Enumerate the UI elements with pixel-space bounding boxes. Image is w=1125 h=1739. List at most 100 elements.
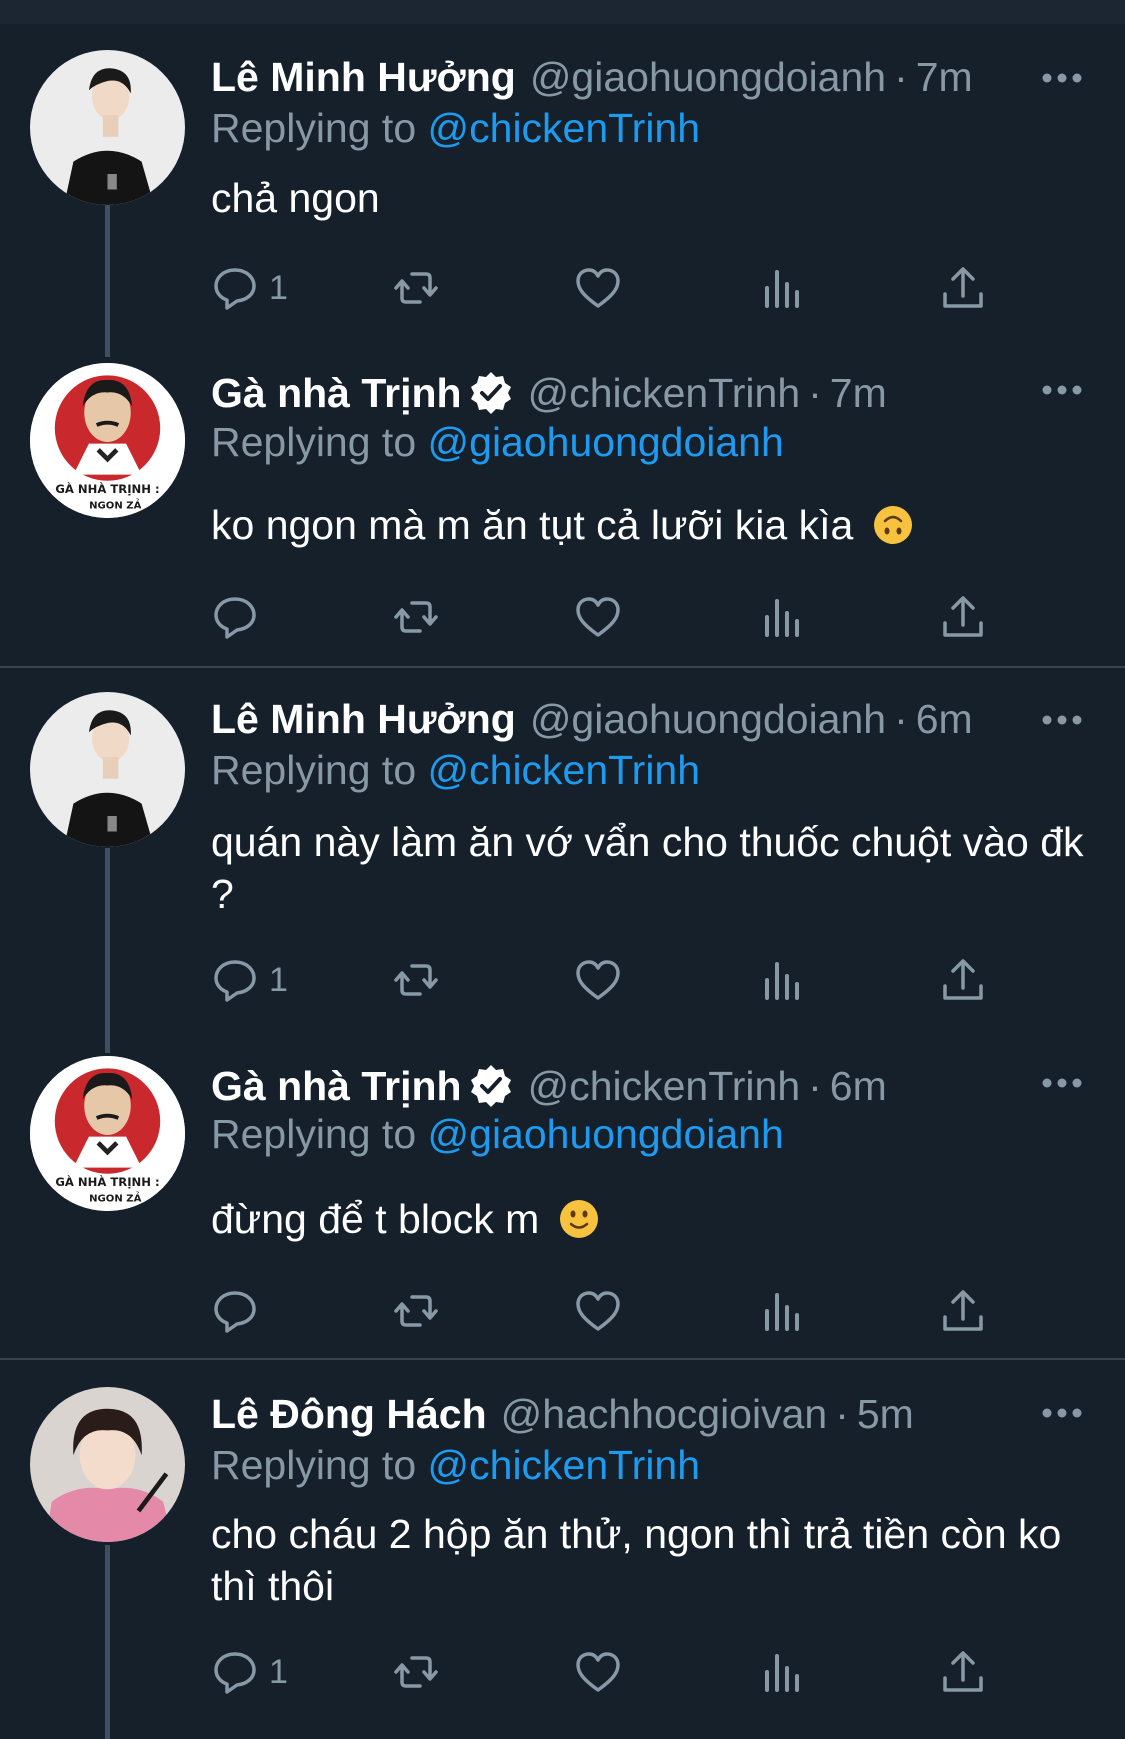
tweet-actions: 1: [211, 955, 1011, 1005]
tweet-time[interactable]: 6m: [830, 1063, 887, 1110]
share-icon: [943, 959, 983, 1000]
retweet-icon: [394, 601, 438, 633]
tweet-actions: 1: [211, 263, 1011, 313]
reply-button[interactable]: 1: [211, 955, 288, 1005]
share-button[interactable]: [939, 263, 987, 313]
male-portrait-pink-hoodie-avatar-image: [30, 1387, 185, 1542]
slightly-smiling-face-emoji-icon: [559, 1200, 598, 1238]
like-button[interactable]: [574, 1647, 622, 1697]
replying-to-line: Replying to @giaohuongdoianh: [211, 419, 784, 466]
verified-badge-icon: [470, 1065, 511, 1107]
replying-to-label: Replying to: [211, 747, 428, 793]
tweet-time[interactable]: 7m: [916, 54, 973, 101]
share-button[interactable]: [939, 592, 987, 642]
separator-dot: ·: [808, 369, 822, 416]
retweet-button[interactable]: [392, 955, 440, 1005]
separator-dot: ·: [835, 1390, 849, 1437]
author-handle[interactable]: @chickenTrinh: [528, 370, 801, 417]
tweet-time[interactable]: 6m: [916, 696, 973, 743]
analytics-button[interactable]: [757, 1647, 805, 1697]
retweet-button[interactable]: [392, 263, 440, 313]
analytics-icon: [765, 1654, 799, 1692]
avatar[interactable]: [30, 50, 185, 205]
tweet-header: Lê Minh Hưởng @giaohuongdoianh · 6m: [211, 692, 973, 746]
reply-button[interactable]: 1: [211, 1647, 288, 1697]
retweet-button[interactable]: [392, 592, 440, 642]
svg-text:NGON ZẢ: NGON ZẢ: [89, 498, 141, 512]
thread-line: [105, 205, 110, 357]
like-icon: [576, 597, 620, 637]
like-button[interactable]: [574, 955, 622, 1005]
analytics-icon: [765, 599, 799, 637]
chicken-shop-logo-avatar-image: GÀ NHÀ TRỊNH : NGON ZẢ: [30, 1056, 185, 1211]
author-name[interactable]: Lê Minh Hưởng: [211, 54, 516, 101]
analytics-button[interactable]: [757, 592, 805, 642]
replying-to-handle[interactable]: @giaohuongdoianh: [428, 419, 784, 465]
tweet-text: chả ngon: [211, 175, 380, 221]
svg-text:NGON ZẢ: NGON ZẢ: [89, 1191, 141, 1205]
reply-count: 1: [269, 268, 288, 307]
analytics-button[interactable]: [757, 955, 805, 1005]
tweet-time[interactable]: 7m: [830, 370, 887, 417]
author-name[interactable]: Gà nhà Trịnh: [211, 370, 462, 417]
replying-to-handle[interactable]: @chickenTrinh: [428, 747, 701, 793]
replying-to-label: Replying to: [211, 1111, 428, 1157]
reply-icon: [214, 960, 256, 1002]
like-button[interactable]: [574, 263, 622, 313]
replying-to-label: Replying to: [211, 105, 428, 151]
like-button[interactable]: [574, 592, 622, 642]
tweet-text-container: ko ngon mà m ăn tụt cả lưỡi kia kìa: [211, 499, 1091, 551]
replying-to-handle[interactable]: @chickenTrinh: [428, 1442, 701, 1488]
author-name[interactable]: Lê Minh Hưởng: [211, 696, 516, 743]
tweet-divider: [0, 1358, 1125, 1360]
share-icon: [943, 1290, 983, 1331]
retweet-icon: [394, 1295, 438, 1327]
more-icon[interactable]: [1040, 380, 1084, 400]
author-handle[interactable]: @hachhocgioivan: [501, 1391, 828, 1438]
share-icon: [943, 267, 983, 308]
share-button[interactable]: [939, 955, 987, 1005]
tweet-header: Lê Đông Hách @hachhocgioivan · 5m: [211, 1387, 914, 1441]
tweet-divider: [0, 666, 1125, 668]
more-icon[interactable]: [1040, 1403, 1084, 1423]
author-handle[interactable]: @giaohuongdoianh: [530, 54, 886, 101]
replying-to-handle[interactable]: @giaohuongdoianh: [428, 1111, 784, 1157]
author-handle[interactable]: @giaohuongdoianh: [530, 696, 886, 743]
retweet-button[interactable]: [392, 1647, 440, 1697]
more-icon[interactable]: [1040, 1073, 1084, 1093]
like-icon: [576, 960, 620, 1000]
like-icon: [576, 268, 620, 308]
analytics-button[interactable]: [757, 1286, 805, 1336]
tweet-text: đừng để t block m: [211, 1196, 540, 1242]
tweet-actions: [211, 592, 1011, 642]
tweet-text-container: đừng để t block m: [211, 1193, 1091, 1245]
reply-icon: [214, 597, 256, 639]
like-icon: [576, 1291, 620, 1331]
reply-button[interactable]: [211, 592, 269, 642]
avatar[interactable]: [30, 692, 185, 847]
like-button[interactable]: [574, 1286, 622, 1336]
author-handle[interactable]: @chickenTrinh: [528, 1063, 801, 1110]
avatar[interactable]: GÀ NHÀ TRỊNH : NGON ZẢ: [30, 363, 185, 518]
more-icon[interactable]: [1040, 68, 1084, 88]
author-name[interactable]: Gà nhà Trịnh: [211, 1063, 462, 1110]
tweet-time[interactable]: 5m: [857, 1391, 914, 1438]
retweet-button[interactable]: [392, 1286, 440, 1336]
tweet-actions: [211, 1286, 1011, 1336]
share-icon: [943, 1651, 983, 1692]
reply-button[interactable]: 1: [211, 263, 288, 313]
reply-button[interactable]: [211, 1286, 269, 1336]
analytics-button[interactable]: [757, 263, 805, 313]
share-button[interactable]: [939, 1286, 987, 1336]
thread-line: [105, 848, 110, 1053]
author-name[interactable]: Lê Đông Hách: [211, 1391, 487, 1438]
share-button[interactable]: [939, 1647, 987, 1697]
more-icon[interactable]: [1040, 710, 1084, 730]
replying-to-line: Replying to @chickenTrinh: [211, 747, 700, 794]
avatar[interactable]: [30, 1387, 185, 1542]
reply-icon: [214, 268, 256, 310]
chicken-shop-logo-avatar-image: GÀ NHÀ TRỊNH : NGON ZẢ: [30, 363, 185, 518]
analytics-icon: [765, 1293, 799, 1331]
avatar[interactable]: GÀ NHÀ TRỊNH : NGON ZẢ: [30, 1056, 185, 1211]
replying-to-handle[interactable]: @chickenTrinh: [428, 105, 701, 151]
